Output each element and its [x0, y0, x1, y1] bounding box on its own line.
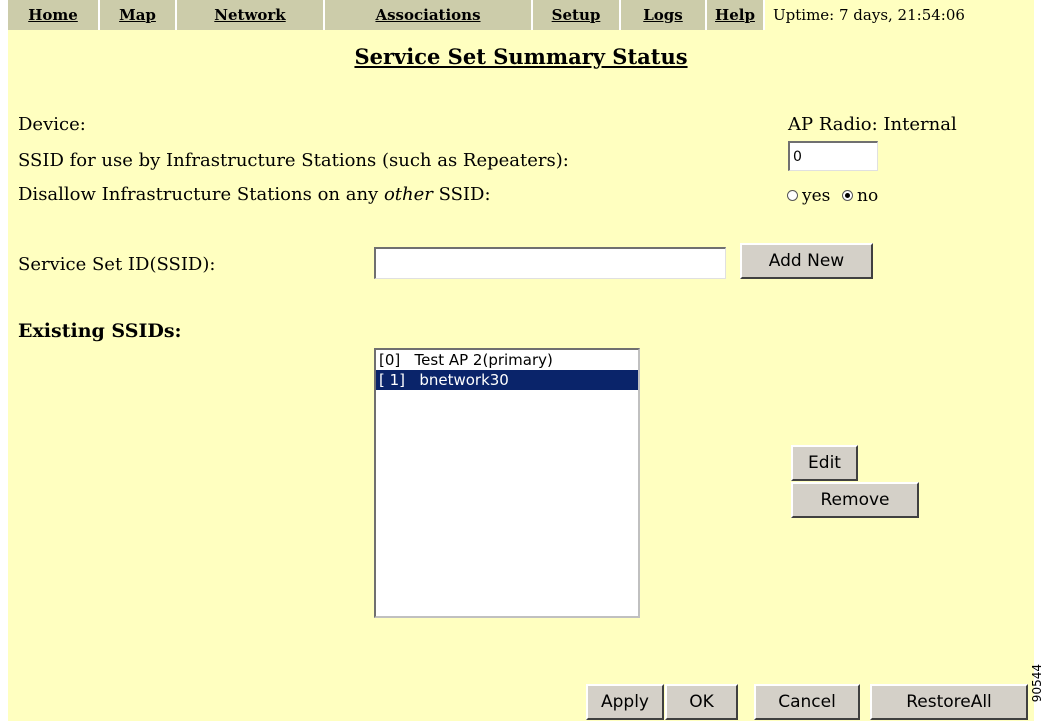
nav-associations-link[interactable]: Associations	[325, 0, 533, 30]
cancel-button[interactable]: Cancel	[754, 684, 860, 720]
nav-help-link[interactable]: Help	[707, 0, 765, 30]
disallow-label: Disallow Infrastructure Stations on any …	[18, 184, 491, 205]
device-value: AP Radio: Internal	[788, 114, 957, 135]
top-navigation-bar: Home Map Network Associations Setup Logs…	[8, 0, 1034, 30]
disallow-label-suffix: SSID:	[432, 184, 491, 205]
disallow-no-radio[interactable]	[842, 190, 853, 201]
uptime-status: Uptime: 7 days, 21:54:06	[765, 0, 1034, 30]
ok-button[interactable]: OK	[665, 684, 738, 720]
ssid-label: Service Set ID(SSID):	[18, 254, 216, 275]
ssid-list-item[interactable]: [0] Test AP 2(primary)	[376, 350, 638, 370]
existing-ssids-listbox[interactable]: [0] Test AP 2(primary) [ 1] bnetwork30	[374, 348, 640, 618]
restore-all-button[interactable]: RestoreAll	[870, 684, 1028, 720]
edit-button[interactable]: Edit	[791, 445, 858, 481]
ssid-list-item-selected[interactable]: [ 1] bnetwork30	[376, 370, 638, 390]
disallow-no-label: no	[857, 186, 879, 206]
infra-ssid-label: SSID for use by Infrastructure Stations …	[18, 150, 569, 171]
nav-setup-link[interactable]: Setup	[533, 0, 621, 30]
disallow-label-emphasis: other	[383, 184, 433, 205]
apply-button[interactable]: Apply	[586, 684, 664, 720]
add-new-button[interactable]: Add New	[740, 243, 873, 279]
page-title: Service Set Summary Status	[354, 44, 688, 69]
disallow-label-text: Disallow Infrastructure Stations on any	[18, 184, 384, 205]
page-background: Home Map Network Associations Setup Logs…	[8, 0, 1034, 721]
figure-id-label: 90544	[1030, 664, 1044, 703]
nav-home-link[interactable]: Home	[8, 0, 100, 30]
disallow-yes-radio[interactable]	[787, 190, 798, 201]
nav-logs-link[interactable]: Logs	[621, 0, 707, 30]
device-label: Device:	[18, 114, 86, 135]
disallow-yes-label: yes	[802, 186, 831, 206]
ssid-input[interactable]	[374, 247, 726, 279]
infra-ssid-input[interactable]	[788, 141, 878, 171]
nav-map-link[interactable]: Map	[100, 0, 177, 30]
existing-ssids-heading: Existing SSIDs:	[18, 320, 182, 342]
nav-network-link[interactable]: Network	[177, 0, 325, 30]
remove-button[interactable]: Remove	[791, 482, 919, 518]
